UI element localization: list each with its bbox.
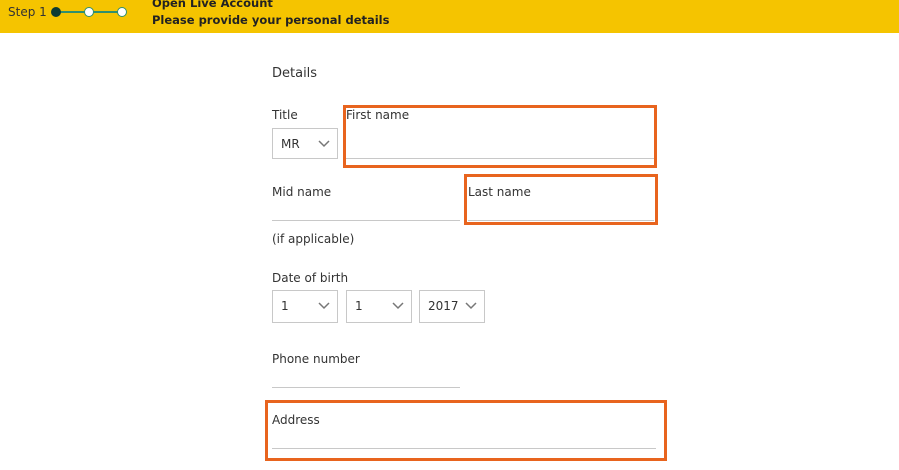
chevron-down-icon	[392, 302, 404, 310]
title-label: Title	[272, 108, 298, 122]
mid-name-input[interactable]	[272, 220, 460, 221]
phone-number-label: Phone number	[272, 352, 360, 366]
chevron-down-icon	[465, 302, 477, 310]
step-2-dot	[84, 7, 94, 17]
dob-year-value: 2017	[428, 299, 459, 313]
step-1-dot	[51, 7, 61, 17]
title-select[interactable]: MR	[272, 128, 338, 159]
dob-day-value: 1	[281, 299, 289, 313]
dob-month-select[interactable]: 1	[346, 290, 412, 323]
step-3-dot	[117, 7, 127, 17]
dob-label: Date of birth	[272, 271, 349, 285]
page-title: Open Live Account	[152, 0, 273, 10]
page-subtitle: Please provide your personal details	[152, 13, 390, 27]
mid-name-hint: (if applicable)	[272, 232, 355, 246]
first-name-highlight	[343, 105, 657, 168]
phone-number-input[interactable]	[272, 387, 460, 388]
page: Step 1 Open Live Account Please provide …	[0, 0, 899, 470]
progress-stepper	[51, 6, 127, 18]
step-label: Step 1	[8, 5, 47, 19]
address-highlight	[265, 400, 667, 461]
chevron-down-icon	[318, 140, 330, 148]
dob-month-value: 1	[355, 299, 363, 313]
section-title: Details	[272, 66, 318, 81]
title-select-value: MR	[281, 137, 300, 151]
last-name-highlight	[464, 174, 658, 225]
mid-name-label: Mid name	[272, 185, 332, 199]
chevron-down-icon	[318, 302, 330, 310]
dob-year-select[interactable]: 2017	[419, 290, 485, 323]
header-banner: Step 1 Open Live Account Please provide …	[0, 0, 899, 33]
dob-day-select[interactable]: 1	[272, 290, 338, 323]
